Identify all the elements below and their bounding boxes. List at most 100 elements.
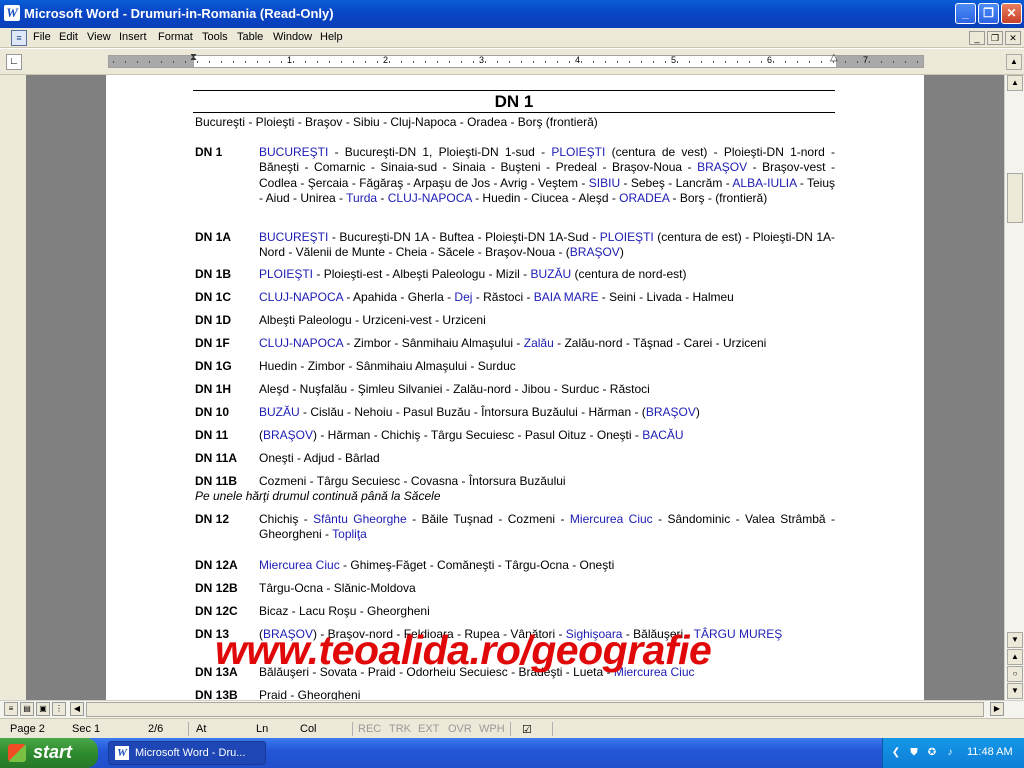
menu-table[interactable]: Table: [237, 31, 263, 43]
ruler-scroll-up-icon[interactable]: ▲: [1006, 54, 1022, 70]
road-entry: DN 10 BUZĂU - Cislău - Nehoiu - Pasul Buz…: [195, 405, 835, 420]
start-button[interactable]: start: [0, 738, 98, 768]
word-app-icon[interactable]: W: [4, 5, 20, 21]
ruler-tick: [389, 61, 390, 63]
security-shield-icon[interactable]: ⛊: [907, 746, 921, 760]
ruler-tick: [341, 61, 342, 63]
ruler-tick: [425, 61, 426, 63]
tray-expand-icon[interactable]: ❮: [889, 746, 903, 760]
route-text: Bicaz - Lacu Roşu - Gheorgheni: [259, 604, 430, 618]
next-page-button[interactable]: ▼: [1007, 683, 1023, 699]
ruler-tick: [365, 61, 366, 63]
route-text: - Apahida - Gherla -: [343, 290, 455, 304]
minimize-button[interactable]: _: [955, 3, 976, 24]
status-separator: [188, 722, 189, 736]
route-text: Târgu-Ocna - Slănic-Moldova: [259, 581, 416, 595]
road-code: DN 13B: [195, 688, 238, 700]
antivirus-icon[interactable]: ✪: [925, 746, 939, 760]
route-text: Cozmeni - Târgu Secuiesc - Covasna - Înt…: [259, 474, 566, 488]
ruler-tick: [713, 61, 714, 63]
ruler-row: ∟ 1 2 3 4 5 6 7 ⧗ △ ▲: [0, 49, 1024, 75]
status-trk[interactable]: TRK: [389, 723, 411, 735]
volume-icon[interactable]: ♪: [943, 746, 957, 760]
vertical-ruler[interactable]: [0, 75, 26, 700]
ruler-tick: [521, 61, 522, 63]
vertical-scroll-thumb[interactable]: [1007, 173, 1023, 223]
ruler-tick: [401, 61, 402, 63]
browse-object-button[interactable]: ○: [1007, 666, 1023, 682]
menu-view[interactable]: View: [87, 31, 111, 43]
doc-minimize-button[interactable]: _: [969, 31, 985, 45]
menu-file[interactable]: File: [33, 31, 51, 43]
city-name: CLUJ-NAPOCA: [259, 336, 344, 350]
city-name: PLOIEŞTI: [259, 267, 314, 281]
ruler-number: 3: [479, 55, 485, 65]
ruler-number: 5: [671, 55, 677, 65]
taskbar-item-word[interactable]: W Microsoft Word - Dru...: [108, 741, 266, 765]
status-column: Col: [300, 723, 317, 735]
status-ext[interactable]: EXT: [418, 723, 439, 735]
previous-page-button[interactable]: ▲: [1007, 649, 1023, 665]
scroll-left-button[interactable]: ◀: [70, 702, 84, 716]
ruler-tick: [857, 61, 858, 63]
ruler-number: 7: [863, 55, 869, 65]
ruler-tick: [233, 61, 234, 63]
document-icon[interactable]: ≡: [11, 30, 27, 46]
tab-selector[interactable]: ∟: [6, 54, 22, 70]
ruler-tick: [449, 61, 450, 63]
horizontal-ruler[interactable]: 1 2 3 4 5 6 7 ⧗ △: [108, 52, 924, 68]
status-wph[interactable]: WPH: [479, 723, 505, 735]
ruler-tick: [605, 61, 606, 63]
ruler-left-margin: [109, 56, 194, 67]
city-name: BRAŞOV: [569, 245, 620, 260]
road-entry: DN 11 (BRAŞOV) - Hărman - Chichiş - Târgu…: [195, 428, 835, 443]
road-route: Chichiş - Sfântu Gheorghe - Băile Tuşnad…: [259, 512, 835, 543]
menu-window[interactable]: Window: [273, 31, 312, 43]
web-layout-view-button[interactable]: ▤: [20, 702, 34, 716]
road-code: DN 12C: [195, 604, 238, 618]
taskbar-item-label: Microsoft Word - Dru...: [135, 747, 246, 759]
word-taskbar-icon: W: [115, 746, 129, 760]
print-layout-view-button[interactable]: ▣: [36, 702, 50, 716]
scroll-up-button[interactable]: ▲: [1007, 75, 1023, 91]
road-entry: DN 11B Cozmeni - Târgu Secuiesc - Covasna…: [195, 474, 835, 505]
road-code: DN 1: [195, 145, 223, 159]
status-ovr[interactable]: OVR: [448, 723, 472, 735]
ruler-tick: [761, 61, 762, 63]
ruler-tick: [497, 61, 498, 63]
doc-restore-button[interactable]: ❐: [987, 31, 1003, 45]
outline-view-button[interactable]: ⋮: [52, 702, 66, 716]
ruler-tick: [461, 61, 462, 63]
status-rec[interactable]: REC: [358, 723, 381, 735]
road-code: DN 12B: [195, 581, 238, 595]
horizontal-scroll-thumb[interactable]: [86, 702, 984, 717]
left-indent-marker[interactable]: ⧗: [190, 52, 197, 63]
document-area[interactable]: DN 1 Bucureşti - Ploieşti - Braşov - Sib…: [26, 75, 1004, 700]
route-summary: Bucureşti - Ploieşti - Braşov - Sibiu - …: [195, 115, 598, 129]
menu-format[interactable]: Format: [158, 31, 193, 43]
taskbar: start W Microsoft Word - Dru... ❮ ⛊ ✪ ♪ …: [0, 738, 1024, 768]
restore-button[interactable]: ❐: [978, 3, 999, 24]
menu-help[interactable]: Help: [320, 31, 343, 43]
road-route: Huedin - Zimbor - Sânmihaiu Almaşului - …: [259, 359, 835, 374]
ruler-tick: [797, 61, 798, 63]
horizontal-scrollbar[interactable]: ≡ ▤ ▣ ⋮ ◀ ▶: [0, 700, 1024, 718]
menu-insert[interactable]: Insert: [119, 31, 147, 43]
spelling-status-icon[interactable]: ☑: [522, 723, 532, 736]
document-page[interactable]: DN 1 Bucureşti - Ploieşti - Braşov - Sib…: [106, 75, 924, 700]
normal-view-button[interactable]: ≡: [4, 702, 18, 716]
doc-close-button[interactable]: ✕: [1005, 31, 1021, 45]
city-name: BACĂU: [642, 428, 684, 442]
scroll-down-button[interactable]: ▼: [1007, 632, 1023, 648]
close-button[interactable]: ✕: [1001, 3, 1022, 24]
road-code: DN 11B: [195, 474, 238, 488]
title-bar[interactable]: W Microsoft Word - Drumuri-in-Romania (R…: [0, 0, 1024, 28]
city-name: Dej: [454, 290, 473, 304]
menu-tools[interactable]: Tools: [202, 31, 228, 43]
scroll-right-button[interactable]: ▶: [990, 702, 1004, 716]
vertical-scrollbar[interactable]: ▲ ▼ ▲ ○ ▼: [1004, 75, 1024, 700]
city-name: Zalău: [523, 336, 554, 350]
road-route: Albeşti Paleologu - Urziceni-vest - Urzi…: [259, 313, 835, 328]
menu-edit[interactable]: Edit: [59, 31, 78, 43]
ruler-tick: [293, 61, 294, 63]
